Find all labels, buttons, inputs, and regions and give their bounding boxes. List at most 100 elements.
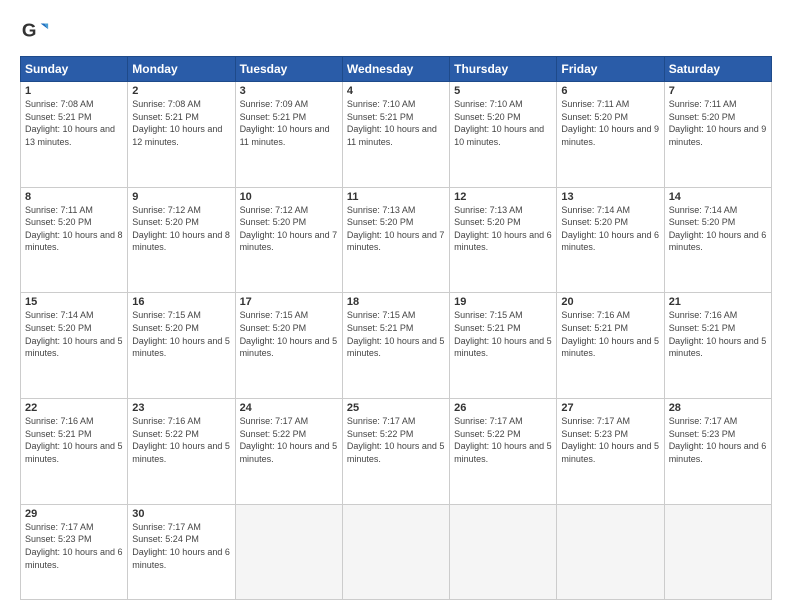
day-number: 10 (240, 191, 338, 203)
svg-text:G: G (22, 20, 37, 41)
day-number: 30 (132, 508, 230, 520)
day-cell: 7 Sunrise: 7:11 AMSunset: 5:20 PMDayligh… (664, 82, 771, 188)
day-number: 26 (454, 402, 552, 414)
logo-icon: G (20, 16, 50, 46)
day-cell: 11 Sunrise: 7:13 AMSunset: 5:20 PMDaylig… (342, 187, 449, 293)
col-monday: Monday (128, 57, 235, 82)
day-info: Sunrise: 7:17 AMSunset: 5:23 PMDaylight:… (561, 416, 659, 464)
day-info: Sunrise: 7:16 AMSunset: 5:21 PMDaylight:… (669, 310, 767, 358)
week-row-4: 22 Sunrise: 7:16 AMSunset: 5:21 PMDaylig… (21, 399, 772, 505)
day-number: 24 (240, 402, 338, 414)
day-number: 12 (454, 191, 552, 203)
calendar-table: Sunday Monday Tuesday Wednesday Thursday… (20, 56, 772, 600)
day-info: Sunrise: 7:13 AMSunset: 5:20 PMDaylight:… (347, 205, 445, 253)
day-number: 23 (132, 402, 230, 414)
day-info: Sunrise: 7:14 AMSunset: 5:20 PMDaylight:… (561, 205, 659, 253)
col-sunday: Sunday (21, 57, 128, 82)
day-number: 9 (132, 191, 230, 203)
day-number: 7 (669, 85, 767, 97)
day-info: Sunrise: 7:08 AMSunset: 5:21 PMDaylight:… (132, 99, 222, 147)
day-info: Sunrise: 7:14 AMSunset: 5:20 PMDaylight:… (25, 310, 123, 358)
day-cell: 30 Sunrise: 7:17 AMSunset: 5:24 PMDaylig… (128, 504, 235, 599)
day-cell: 28 Sunrise: 7:17 AMSunset: 5:23 PMDaylig… (664, 399, 771, 505)
day-info: Sunrise: 7:15 AMSunset: 5:21 PMDaylight:… (454, 310, 552, 358)
day-cell: 17 Sunrise: 7:15 AMSunset: 5:20 PMDaylig… (235, 293, 342, 399)
day-info: Sunrise: 7:16 AMSunset: 5:21 PMDaylight:… (561, 310, 659, 358)
day-number: 14 (669, 191, 767, 203)
day-number: 11 (347, 191, 445, 203)
day-cell (450, 504, 557, 599)
day-cell: 9 Sunrise: 7:12 AMSunset: 5:20 PMDayligh… (128, 187, 235, 293)
col-saturday: Saturday (664, 57, 771, 82)
day-info: Sunrise: 7:15 AMSunset: 5:20 PMDaylight:… (240, 310, 338, 358)
col-tuesday: Tuesday (235, 57, 342, 82)
day-cell: 27 Sunrise: 7:17 AMSunset: 5:23 PMDaylig… (557, 399, 664, 505)
day-number: 28 (669, 402, 767, 414)
day-number: 29 (25, 508, 123, 520)
day-cell: 16 Sunrise: 7:15 AMSunset: 5:20 PMDaylig… (128, 293, 235, 399)
day-cell: 13 Sunrise: 7:14 AMSunset: 5:20 PMDaylig… (557, 187, 664, 293)
day-number: 16 (132, 296, 230, 308)
day-cell: 22 Sunrise: 7:16 AMSunset: 5:21 PMDaylig… (21, 399, 128, 505)
day-info: Sunrise: 7:11 AMSunset: 5:20 PMDaylight:… (669, 99, 767, 147)
day-cell (557, 504, 664, 599)
day-cell: 4 Sunrise: 7:10 AMSunset: 5:21 PMDayligh… (342, 82, 449, 188)
day-info: Sunrise: 7:08 AMSunset: 5:21 PMDaylight:… (25, 99, 115, 147)
day-cell: 5 Sunrise: 7:10 AMSunset: 5:20 PMDayligh… (450, 82, 557, 188)
day-info: Sunrise: 7:16 AMSunset: 5:21 PMDaylight:… (25, 416, 123, 464)
day-info: Sunrise: 7:17 AMSunset: 5:22 PMDaylight:… (454, 416, 552, 464)
day-number: 22 (25, 402, 123, 414)
day-info: Sunrise: 7:17 AMSunset: 5:22 PMDaylight:… (240, 416, 338, 464)
day-cell: 23 Sunrise: 7:16 AMSunset: 5:22 PMDaylig… (128, 399, 235, 505)
day-cell: 20 Sunrise: 7:16 AMSunset: 5:21 PMDaylig… (557, 293, 664, 399)
day-cell: 10 Sunrise: 7:12 AMSunset: 5:20 PMDaylig… (235, 187, 342, 293)
day-number: 17 (240, 296, 338, 308)
day-number: 4 (347, 85, 445, 97)
day-cell: 18 Sunrise: 7:15 AMSunset: 5:21 PMDaylig… (342, 293, 449, 399)
day-cell: 29 Sunrise: 7:17 AMSunset: 5:23 PMDaylig… (21, 504, 128, 599)
week-row-5: 29 Sunrise: 7:17 AMSunset: 5:23 PMDaylig… (21, 504, 772, 599)
day-number: 6 (561, 85, 659, 97)
day-cell (342, 504, 449, 599)
day-cell: 15 Sunrise: 7:14 AMSunset: 5:20 PMDaylig… (21, 293, 128, 399)
day-number: 2 (132, 85, 230, 97)
day-cell: 6 Sunrise: 7:11 AMSunset: 5:20 PMDayligh… (557, 82, 664, 188)
day-cell: 24 Sunrise: 7:17 AMSunset: 5:22 PMDaylig… (235, 399, 342, 505)
page: G Sunday Monday Tuesday Wednesday Thursd… (0, 0, 792, 612)
day-cell: 8 Sunrise: 7:11 AMSunset: 5:20 PMDayligh… (21, 187, 128, 293)
day-number: 19 (454, 296, 552, 308)
header: G (20, 16, 772, 46)
day-number: 13 (561, 191, 659, 203)
day-number: 25 (347, 402, 445, 414)
day-cell: 2 Sunrise: 7:08 AMSunset: 5:21 PMDayligh… (128, 82, 235, 188)
col-friday: Friday (557, 57, 664, 82)
day-number: 1 (25, 85, 123, 97)
day-info: Sunrise: 7:12 AMSunset: 5:20 PMDaylight:… (240, 205, 338, 253)
day-cell: 12 Sunrise: 7:13 AMSunset: 5:20 PMDaylig… (450, 187, 557, 293)
day-cell: 21 Sunrise: 7:16 AMSunset: 5:21 PMDaylig… (664, 293, 771, 399)
day-number: 15 (25, 296, 123, 308)
day-cell (235, 504, 342, 599)
day-info: Sunrise: 7:17 AMSunset: 5:23 PMDaylight:… (25, 522, 123, 570)
day-cell: 1 Sunrise: 7:08 AMSunset: 5:21 PMDayligh… (21, 82, 128, 188)
day-number: 8 (25, 191, 123, 203)
day-info: Sunrise: 7:14 AMSunset: 5:20 PMDaylight:… (669, 205, 767, 253)
day-number: 18 (347, 296, 445, 308)
day-number: 20 (561, 296, 659, 308)
col-thursday: Thursday (450, 57, 557, 82)
day-info: Sunrise: 7:11 AMSunset: 5:20 PMDaylight:… (561, 99, 659, 147)
week-row-3: 15 Sunrise: 7:14 AMSunset: 5:20 PMDaylig… (21, 293, 772, 399)
day-info: Sunrise: 7:11 AMSunset: 5:20 PMDaylight:… (25, 205, 123, 253)
week-row-1: 1 Sunrise: 7:08 AMSunset: 5:21 PMDayligh… (21, 82, 772, 188)
day-info: Sunrise: 7:15 AMSunset: 5:20 PMDaylight:… (132, 310, 230, 358)
day-info: Sunrise: 7:10 AMSunset: 5:20 PMDaylight:… (454, 99, 544, 147)
day-cell (664, 504, 771, 599)
day-cell: 3 Sunrise: 7:09 AMSunset: 5:21 PMDayligh… (235, 82, 342, 188)
day-info: Sunrise: 7:17 AMSunset: 5:23 PMDaylight:… (669, 416, 767, 464)
day-number: 21 (669, 296, 767, 308)
day-number: 3 (240, 85, 338, 97)
day-info: Sunrise: 7:10 AMSunset: 5:21 PMDaylight:… (347, 99, 437, 147)
day-info: Sunrise: 7:17 AMSunset: 5:24 PMDaylight:… (132, 522, 230, 570)
day-info: Sunrise: 7:09 AMSunset: 5:21 PMDaylight:… (240, 99, 330, 147)
day-cell: 25 Sunrise: 7:17 AMSunset: 5:22 PMDaylig… (342, 399, 449, 505)
